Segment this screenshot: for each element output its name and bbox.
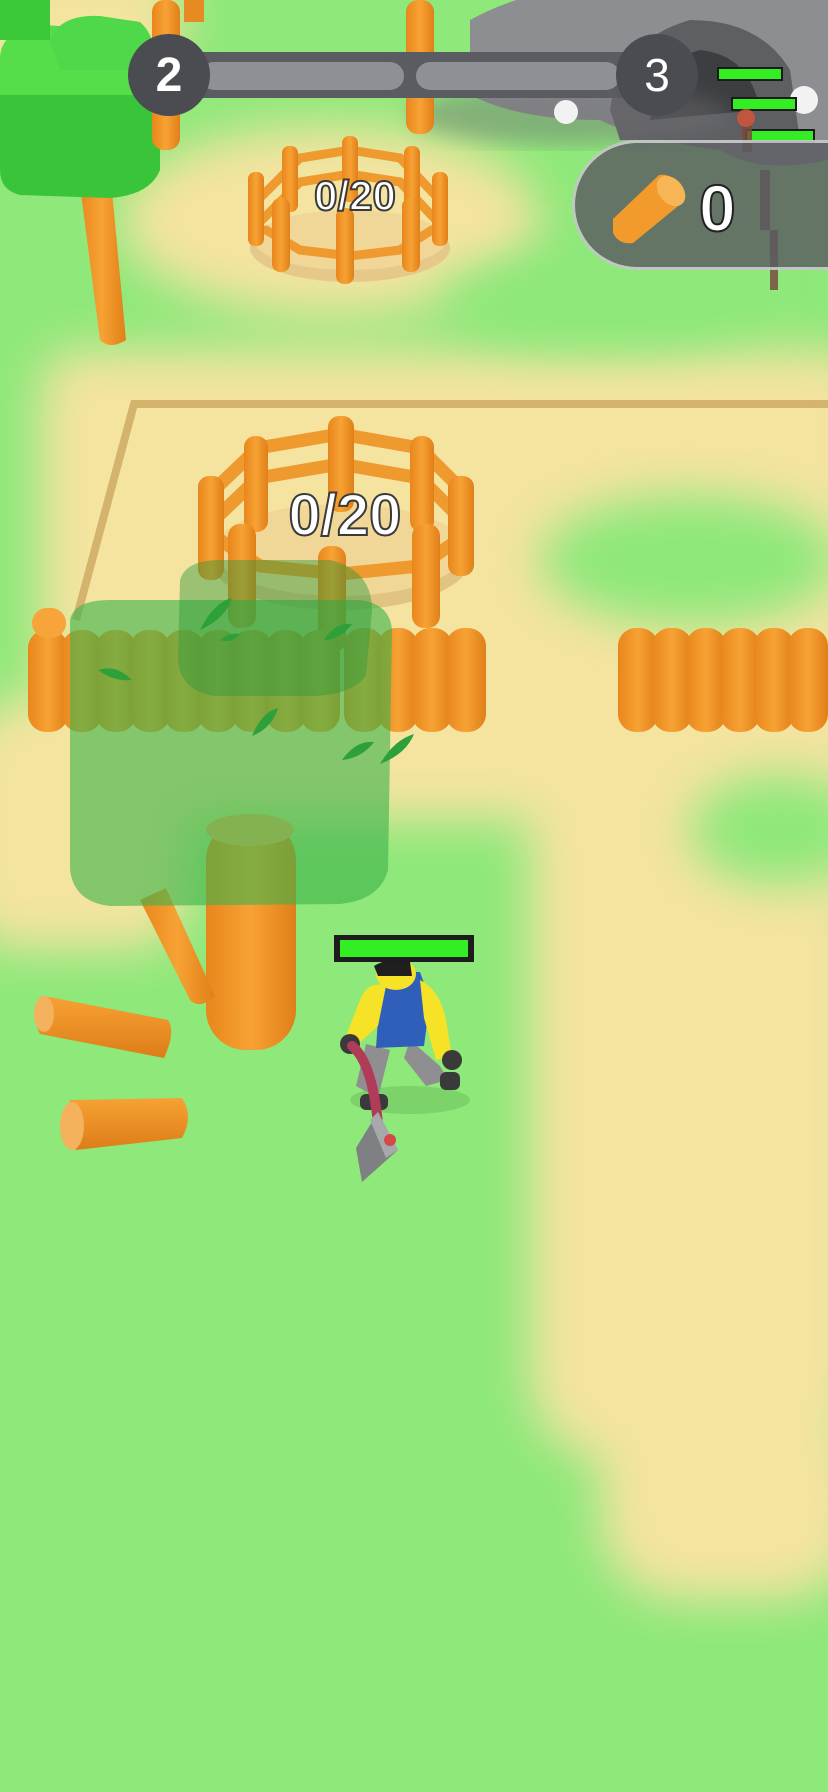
wood-counter-panel: 0 — [572, 140, 828, 270]
pen-far-capacity-label: 0/20 — [313, 171, 397, 220]
pen-near-capacity-label: 0/20 — [288, 482, 403, 549]
wood-log-icon — [613, 174, 686, 244]
level-progress-track — [168, 52, 658, 98]
level-progress-segment — [416, 62, 620, 90]
wood-count-value: 0 — [698, 170, 737, 246]
level-progress-bar: 2 3 — [128, 34, 698, 116]
current-level-badge: 2 — [128, 34, 210, 116]
log-fence-right — [618, 628, 828, 732]
next-level-badge: 3 — [616, 34, 698, 116]
level-progress-segment — [200, 62, 404, 90]
